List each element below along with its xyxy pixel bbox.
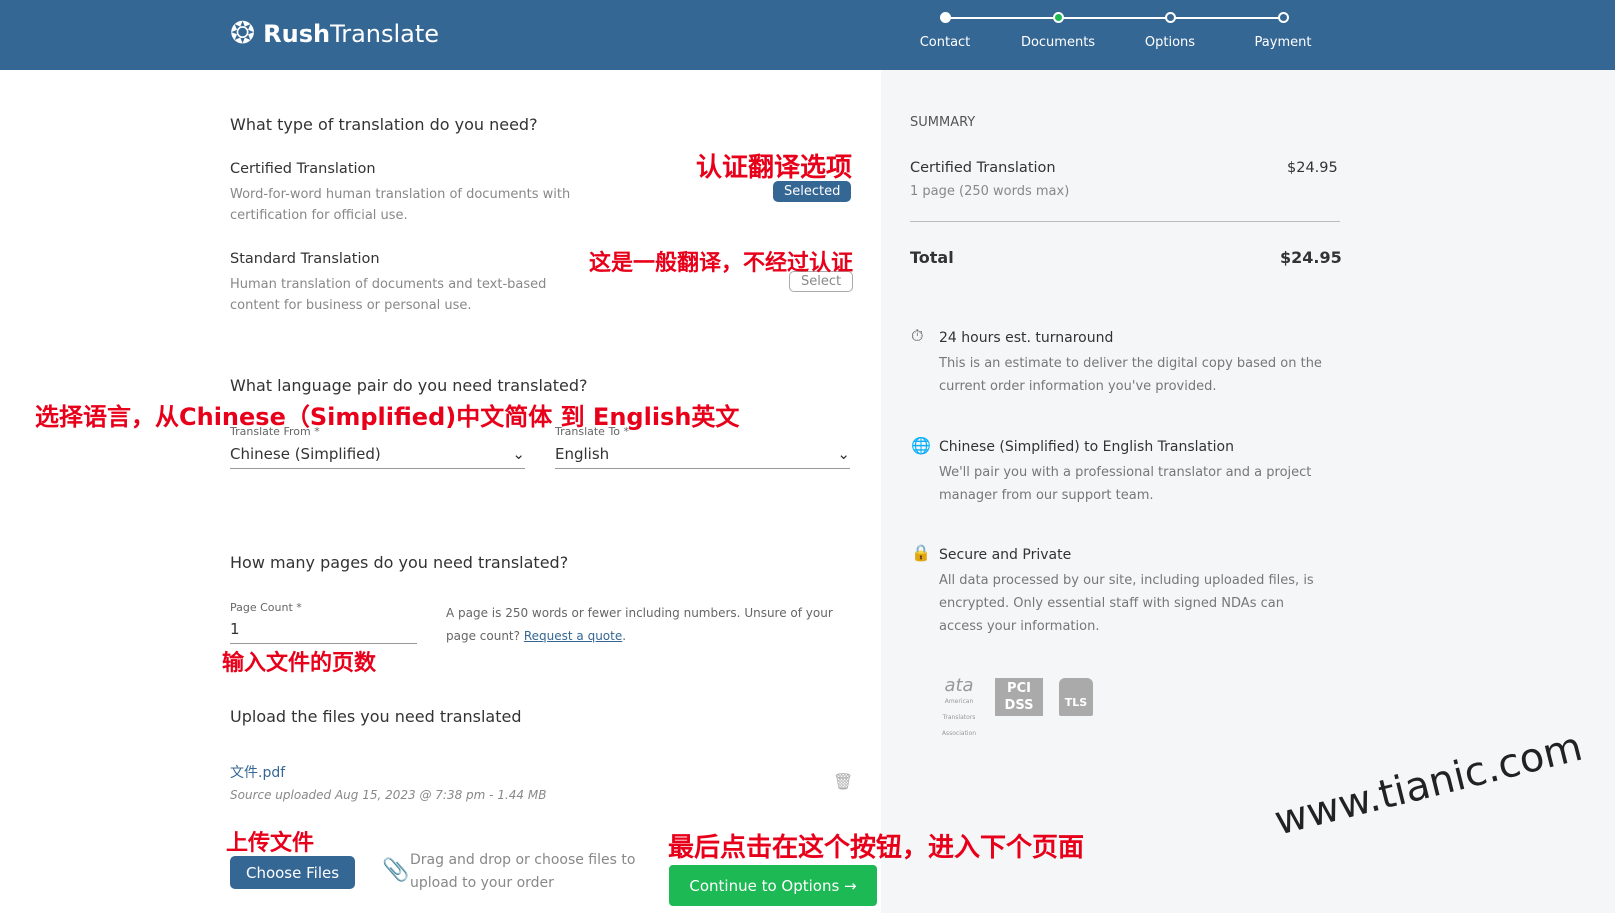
request-quote-link[interactable]: Request a quote [524,629,622,643]
summary-item: Certified Translation [910,160,1056,176]
upload-title: Upload the files you need translated [230,707,522,726]
logo-icon: ❂ [230,16,256,51]
pages-title: How many pages do you need translated? [230,553,569,572]
standard-desc: Human translation of documents and text-… [230,277,547,313]
certified-selected-button[interactable]: Selected [773,181,852,202]
step-dot [1277,12,1289,23]
chevron-down-icon: ⌄ [512,444,525,463]
feature-title: Secure and Private [939,547,1072,563]
logo[interactable]: ❂ RushTranslate [230,16,439,51]
step-contact[interactable]: Contact [885,12,1005,50]
page-count-help: A page is 250 words or fewer including n… [446,606,833,643]
step-dot-current [1052,12,1064,23]
choose-files-button[interactable]: Choose Files [230,856,355,889]
annotation-pages: 输入文件的页数 [222,651,377,676]
top-header: ❂ RushTranslate Contact Documents Options… [0,0,1615,70]
certified-desc: Word-for-word human translation of docum… [230,187,571,223]
lock-icon: 🔒 [911,543,931,562]
certified-name: Certified Translation [230,161,376,177]
paperclip-icon: 📎 [382,858,410,883]
standard-name: Standard Translation [230,251,380,267]
summary-item-detail: 1 page (250 words max) [910,184,1070,199]
stopwatch-icon: ⏱ [911,326,924,345]
annotation-upload: 上传文件 [226,831,315,856]
feature-title: Chinese (Simplified) to English Translat… [939,439,1234,455]
translate-from-select[interactable]: Chinese (Simplified) ⌄ [230,439,525,469]
ata-badge: ata American Translators Association [941,675,977,738]
feature-desc: This is an estimate to deliver the digit… [939,356,1322,394]
step-payment[interactable]: Payment [1223,12,1343,50]
summary-heading: SUMMARY [910,115,976,130]
page-count-input[interactable]: 1 [230,614,417,644]
tls-badge: TLS [1059,678,1093,716]
annotation-language: 选择语言，从Chinese（Simplified)中文简体 到 English英… [35,403,740,431]
globe-icon: 🌐 [911,436,931,455]
feature-desc: All data processed by our site, includin… [939,573,1314,634]
file-name-link[interactable]: 文件.pdf [230,762,285,782]
drag-drop-text: Drag and drop or choose files to upload t… [410,852,636,891]
feature-title: 24 hours est. turnaround [939,330,1114,346]
file-meta: Source uploaded Aug 15, 2023 @ 7:38 pm -… [230,788,547,802]
trust-badges: ata American Translators Association PCI … [939,675,1093,742]
trash-icon[interactable]: 🗑 [833,772,853,791]
annotation-standard: 这是一般翻译，不经过认证 [589,251,854,276]
continue-to-options-button[interactable]: Continue to Options → [669,865,877,906]
page-count-label: Page Count * [230,601,302,614]
summary-item-price: $24.95 [1287,160,1338,176]
total-value: $24.95 [1280,248,1342,267]
translate-to-select[interactable]: English ⌄ [555,439,850,469]
total-label: Total [910,248,954,267]
annotation-continue: 最后点击在这个按钮，进入下个页面 [668,833,1085,863]
step-documents[interactable]: Documents [998,12,1118,50]
step-options[interactable]: Options [1110,12,1230,50]
annotation-certified: 认证翻译选项 [696,153,853,183]
language-title: What language pair do you need translate… [230,376,588,395]
chevron-down-icon: ⌄ [837,444,850,463]
step-dot [1164,12,1176,23]
pci-dss-badge: PCI DSS [995,678,1043,716]
feature-desc: We'll pair you with a professional trans… [939,465,1312,503]
type-title: What type of translation do you need? [230,115,538,134]
step-dot-done [939,12,951,23]
divider [910,221,1340,222]
